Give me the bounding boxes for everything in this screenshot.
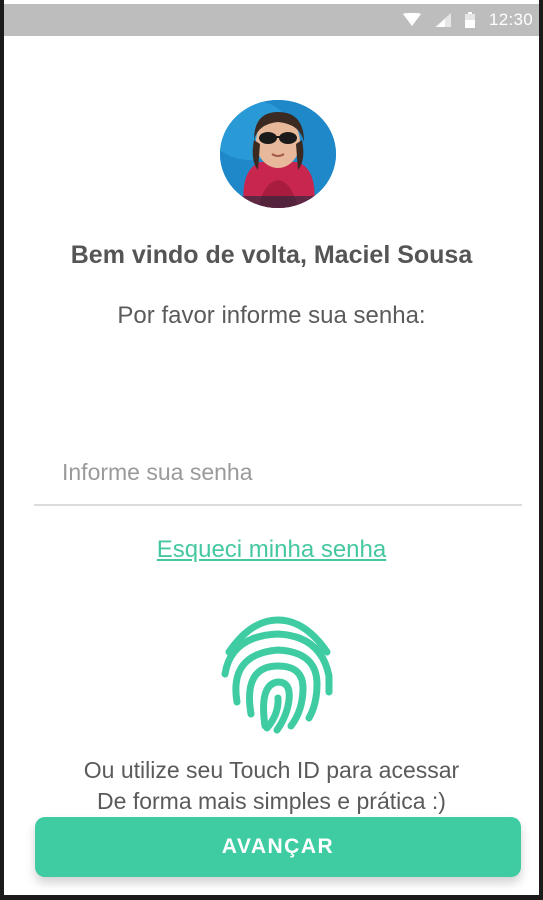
status-bar: 12:30 <box>4 4 539 36</box>
password-prompt: Por favor informe sua senha: <box>117 302 426 329</box>
touch-id-line-1: Ou utilize seu Touch ID para acessar <box>83 757 460 783</box>
status-time: 12:30 <box>488 10 533 29</box>
password-field[interactable] <box>34 440 522 506</box>
welcome-title: Bem vindo de volta, Maciel Sousa <box>70 241 473 269</box>
user-avatar <box>220 100 336 208</box>
battery-icon <box>464 12 475 28</box>
wifi-icon <box>402 13 421 27</box>
forgot-password-link[interactable]: Esqueci minha senha <box>0 536 543 564</box>
device-frame-bottom <box>0 895 543 900</box>
signal-icon <box>434 13 451 27</box>
touch-id-description: Ou utilize seu Touch ID para acessar De … <box>0 755 543 817</box>
touch-id-line-2: De forma mais simples e prática :) <box>97 788 446 814</box>
advance-button[interactable]: AVANÇAR <box>35 817 521 877</box>
fingerprint-icon[interactable] <box>221 614 335 734</box>
